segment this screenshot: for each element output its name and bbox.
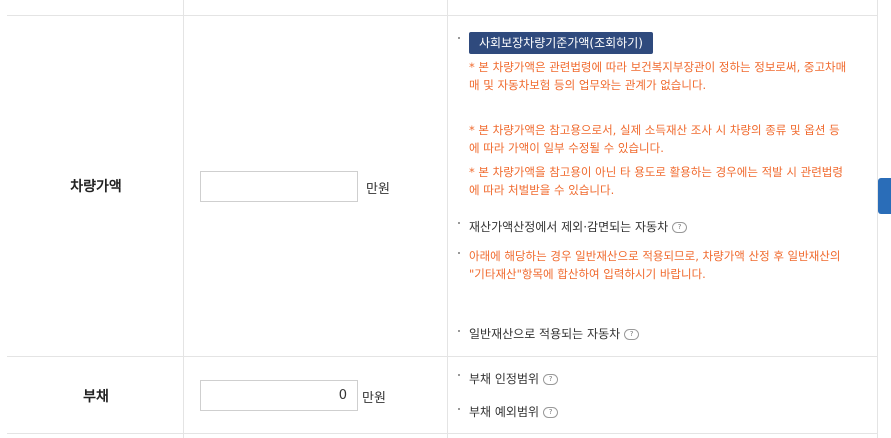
excluded-vehicles-link[interactable]: 재산가액산정에서 제외·감면되는 자동차? xyxy=(469,218,688,235)
form-table: 차량가액 만원 사회보장차량기준가액(조회하기) * 본 차량가액은 관련법령에… xyxy=(0,0,891,438)
bullet xyxy=(458,252,460,254)
general-asset-vehicles-link-text: 일반재산으로 적용되는 자동차 xyxy=(469,327,621,341)
help-icon[interactable]: ? xyxy=(672,222,688,233)
debt-excluded-range-link[interactable]: 부채 예외범위? xyxy=(469,403,559,420)
vehicle-price-lookup-button[interactable]: 사회보장차량기준가액(조회하기) xyxy=(469,32,653,54)
help-icon[interactable]: ? xyxy=(624,329,640,340)
bullet xyxy=(458,408,460,410)
excluded-vehicles-link-text: 재산가액산정에서 제외·감면되는 자동차 xyxy=(469,220,669,234)
vehicle-value-unit: 만원 xyxy=(366,182,390,197)
vehicle-value-label: 차량가액 xyxy=(70,179,122,195)
row-divider-top xyxy=(7,15,878,16)
debt-recognized-range-link-text: 부채 인정범위 xyxy=(469,372,540,386)
debt-excluded-range-link-text: 부채 예외범위 xyxy=(469,405,540,419)
table-right-border xyxy=(877,0,878,438)
row-divider-middle xyxy=(7,356,878,357)
bullet xyxy=(458,330,460,332)
vehicle-note-2: * 본 차량가액은 참고용으로서, 실제 소득재산 조사 시 차량의 종류 및 … xyxy=(469,123,840,155)
general-asset-notice: 아래에 해당하는 경우 일반재산으로 적용되므로, 차량가액 산정 후 일반재산… xyxy=(469,249,841,281)
debt-label: 부채 xyxy=(83,389,109,405)
bullet xyxy=(458,37,460,39)
column-divider-2 xyxy=(447,0,448,438)
general-asset-vehicles-link[interactable]: 일반재산으로 적용되는 자동차? xyxy=(469,325,640,342)
debt-unit: 만원 xyxy=(362,391,386,406)
row-divider-bottom xyxy=(7,433,878,434)
column-divider-1 xyxy=(183,0,184,438)
debt-recognized-range-link[interactable]: 부채 인정범위? xyxy=(469,370,559,387)
debt-input[interactable] xyxy=(200,380,358,411)
vehicle-value-input[interactable] xyxy=(200,171,358,202)
help-icon[interactable]: ? xyxy=(543,374,559,385)
bullet xyxy=(458,374,460,376)
side-tab[interactable] xyxy=(878,178,891,214)
vehicle-note-3: * 본 차량가액을 참고용이 아닌 타 용도로 활용하는 경우에는 적발 시 관… xyxy=(469,165,843,197)
help-icon[interactable]: ? xyxy=(543,407,559,418)
bullet xyxy=(458,222,460,224)
vehicle-note-1: * 본 차량가액은 관련법령에 따라 보건복지부장관이 정하는 정보로써, 중고… xyxy=(469,60,847,92)
